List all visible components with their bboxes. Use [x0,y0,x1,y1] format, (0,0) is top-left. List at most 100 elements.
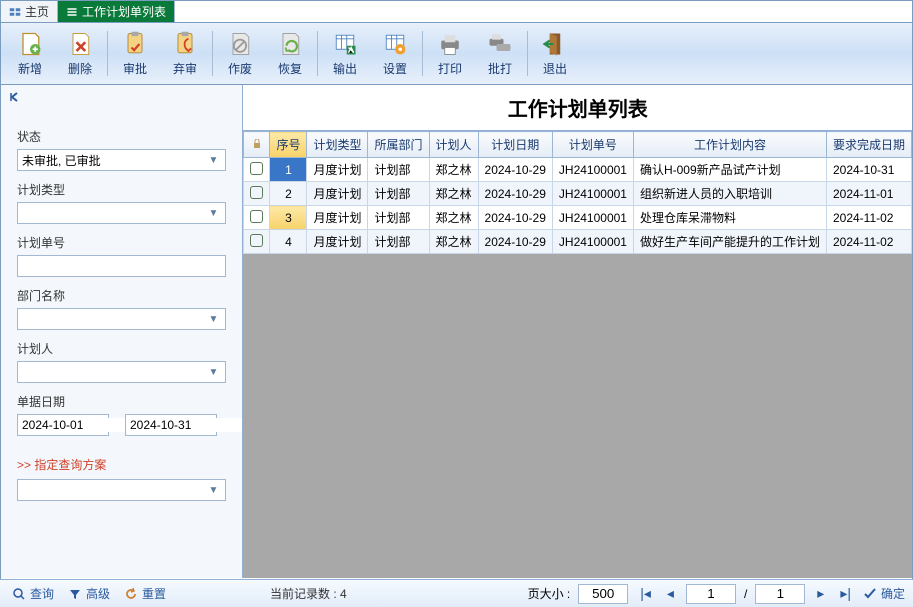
approve-button[interactable]: 审批 [110,25,160,82]
row-checkbox[interactable] [244,206,270,230]
tab-list[interactable]: 工作计划单列表 [58,1,175,22]
data-grid: 序号 计划类型 所属部门 计划人 计划日期 计划单号 工作计划内容 要求完成日期… [243,131,912,254]
toolbar: 新增 删除 审批 弃审 作废 恢复 输出 设置 打印 批打 退出 [1,23,912,85]
void-button[interactable]: 作废 [215,25,265,82]
status-select[interactable]: ▼ [17,149,226,171]
pagesize-label: 页大小 : [528,585,571,602]
chevron-down-icon[interactable]: ▼ [205,485,221,496]
cell-plan-type: 月度计划 [307,158,368,182]
col-idx[interactable]: 序号 [270,132,307,158]
cell-plan-date: 2024-10-29 [478,206,552,230]
batch-print-button[interactable]: 批打 [475,25,525,82]
cell-plan-type: 月度计划 [307,182,368,206]
pagesize-input[interactable] [578,584,628,604]
exit-button[interactable]: 退出 [530,25,580,82]
delete-icon [66,30,94,58]
record-count-label: 当前记录数 : [270,587,337,601]
row-checkbox[interactable] [244,230,270,254]
prev-page-button[interactable]: ◂ [663,585,678,602]
cell-planner: 郑之林 [429,230,478,254]
query-scheme-select[interactable]: ▼ [17,479,226,501]
plan-type-label: 计划类型 [17,181,226,198]
undo-icon [124,587,138,601]
cell-plan-date: 2024-10-29 [478,158,552,182]
col-lock[interactable] [244,132,270,158]
page-total [755,584,805,604]
cell-plan-date: 2024-10-29 [478,230,552,254]
page-title: 工作计划单列表 [243,85,912,131]
col-planner[interactable]: 计划人 [429,132,478,158]
last-page-button[interactable]: ▸| [836,585,855,602]
record-count: 4 [340,587,347,601]
batch-print-icon [486,30,514,58]
abandon-button[interactable]: 弃审 [160,25,210,82]
table-row[interactable]: 4月度计划计划部郑之林2024-10-29JH24100001做好生产车间产能提… [244,230,912,254]
abandon-icon [171,30,199,58]
plan-no-input[interactable] [17,255,226,277]
table-row[interactable]: 3月度计划计划部郑之林2024-10-29JH24100001处理仓库呆滞物料2… [244,206,912,230]
col-plan-type[interactable]: 计划类型 [307,132,368,158]
row-idx: 3 [270,206,307,230]
chevron-down-icon[interactable]: ▼ [205,367,221,378]
advanced-button[interactable]: 高级 [64,583,114,604]
delete-button[interactable]: 删除 [55,25,105,82]
restore-button[interactable]: 恢复 [265,25,315,82]
plan-no-label: 计划单号 [17,234,226,251]
dept-select[interactable]: ▼ [17,308,226,330]
query-scheme-link[interactable]: >> 指定查询方案 [17,456,226,473]
next-page-button[interactable]: ▸ [813,585,828,602]
table-row[interactable]: 2月度计划计划部郑之林2024-10-29JH24100001组织新进人员的入职… [244,182,912,206]
col-plan-date[interactable]: 计划日期 [478,132,552,158]
home-icon [9,6,21,18]
cell-content: 组织新进人员的入职培训 [633,182,826,206]
cell-planner: 郑之林 [429,182,478,206]
reset-button[interactable]: 重置 [120,583,170,604]
date-from-input[interactable]: ▼ [17,414,109,436]
cell-dept: 计划部 [368,206,429,230]
cell-dept: 计划部 [368,230,429,254]
dept-label: 部门名称 [17,287,226,304]
settings-icon [381,30,409,58]
cell-content: 确认H-009新产品试产计划 [633,158,826,182]
cell-content: 做好生产车间产能提升的工作计划 [633,230,826,254]
date-to-input[interactable]: ▼ [125,414,217,436]
row-checkbox[interactable] [244,182,270,206]
table-row[interactable]: 1月度计划计划部郑之林2024-10-29JH24100001确认H-009新产… [244,158,912,182]
tab-home[interactable]: 主页 [1,1,58,22]
query-button[interactable]: 查询 [8,583,58,604]
cell-dept: 计划部 [368,182,429,206]
add-button[interactable]: 新增 [5,25,55,82]
cell-plan-type: 月度计划 [307,206,368,230]
cell-due-date: 2024-11-02 [826,206,911,230]
cell-planner: 郑之林 [429,158,478,182]
row-checkbox[interactable] [244,158,270,182]
add-icon [16,30,44,58]
row-idx: 1 [270,158,307,182]
cell-plan-date: 2024-10-29 [478,182,552,206]
row-idx: 2 [270,182,307,206]
collapse-panel-button[interactable] [1,89,242,108]
col-due-date[interactable]: 要求完成日期 [826,132,911,158]
cell-plan-no: JH24100001 [552,206,633,230]
chevron-down-icon[interactable]: ▼ [205,208,221,219]
plan-type-select[interactable]: ▼ [17,202,226,224]
confirm-button[interactable]: 确定 [863,585,905,602]
cell-due-date: 2024-10-31 [826,158,911,182]
planner-select[interactable]: ▼ [17,361,226,383]
col-dept[interactable]: 所属部门 [368,132,429,158]
page-input[interactable] [686,584,736,604]
export-icon [331,30,359,58]
first-page-button[interactable]: |◂ [636,585,655,602]
col-content[interactable]: 工作计划内容 [633,132,826,158]
restore-icon [276,30,304,58]
planner-label: 计划人 [17,340,226,357]
chevron-down-icon[interactable]: ▼ [205,155,221,166]
approve-icon [121,30,149,58]
export-button[interactable]: 输出 [320,25,370,82]
chevron-down-icon[interactable]: ▼ [205,314,221,325]
print-button[interactable]: 打印 [425,25,475,82]
row-idx: 4 [270,230,307,254]
col-plan-no[interactable]: 计划单号 [552,132,633,158]
void-icon [226,30,254,58]
settings-button[interactable]: 设置 [370,25,420,82]
